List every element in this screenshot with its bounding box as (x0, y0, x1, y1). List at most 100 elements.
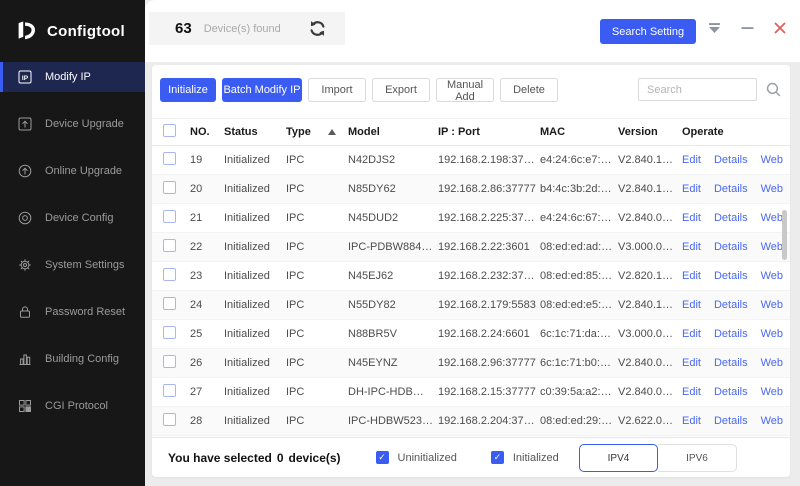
selected-prefix: You have selected (168, 451, 272, 465)
web-link[interactable]: Web (761, 328, 783, 340)
scrollbar-thumb[interactable] (782, 210, 787, 260)
row-checkbox[interactable] (163, 413, 176, 426)
sidebar-item-system-settings[interactable]: System Settings (0, 250, 145, 280)
details-link[interactable]: Details (714, 386, 748, 398)
sort-asc-icon[interactable] (328, 129, 336, 135)
collapse-icon[interactable] (708, 23, 721, 34)
details-link[interactable]: Details (714, 154, 748, 166)
cell-status: Initialized (224, 328, 286, 340)
details-link[interactable]: Details (714, 270, 748, 282)
close-icon[interactable] (774, 22, 786, 34)
cell-no: 22 (190, 241, 224, 253)
edit-link[interactable]: Edit (682, 154, 701, 166)
web-link[interactable]: Web (761, 357, 783, 369)
edit-link[interactable]: Edit (682, 270, 701, 282)
sidebar-item-password-reset[interactable]: Password Reset (0, 297, 145, 327)
uninitialized-checkbox[interactable]: ✓ (376, 451, 389, 464)
details-link[interactable]: Details (714, 212, 748, 224)
sidebar-item-building-config[interactable]: Building Config (0, 344, 145, 374)
details-link[interactable]: Details (714, 357, 748, 369)
sidebar-item-device-config[interactable]: Device Config (0, 203, 145, 233)
row-checkbox[interactable] (163, 326, 176, 339)
web-link[interactable]: Web (761, 154, 783, 166)
select-all-checkbox[interactable] (163, 124, 176, 137)
row-checkbox[interactable] (163, 384, 176, 397)
header-type[interactable]: Type (286, 126, 348, 138)
sidebar-item-modify-ip[interactable]: IP Modify IP (0, 62, 145, 92)
cell-ip-port: 192.168.2.96:37777 (438, 357, 540, 369)
sidebar-menu: IP Modify IP Device Upgrade Online Upgra… (0, 62, 145, 421)
initialized-checkbox[interactable]: ✓ (491, 451, 504, 464)
ip-version-toggle: IPV4IPV6 (579, 444, 737, 472)
cell-version: V2.840.0000... (618, 386, 682, 398)
edit-link[interactable]: Edit (682, 299, 701, 311)
details-link[interactable]: Details (714, 299, 748, 311)
cell-status: Initialized (224, 357, 286, 369)
sidebar-item-label: Modify IP (45, 71, 91, 83)
edit-link[interactable]: Edit (682, 328, 701, 340)
table-row: 21 Initialized IPC N45DUD2 192.168.2.225… (152, 204, 790, 233)
cell-type: IPC (286, 241, 348, 253)
search-input[interactable] (638, 78, 757, 101)
initialize-button[interactable]: Initialize (160, 78, 216, 102)
row-checkbox[interactable] (163, 210, 176, 223)
edit-link[interactable]: Edit (682, 415, 701, 427)
cell-operate: Edit Details Web (682, 299, 787, 311)
row-checkbox[interactable] (163, 152, 176, 165)
header-mac[interactable]: MAC (540, 126, 618, 138)
cell-mac: c0:39:5a:a2:9b:f2 (540, 386, 618, 398)
sidebar-item-online-upgrade[interactable]: Online Upgrade (0, 156, 145, 186)
web-link[interactable]: Web (761, 415, 783, 427)
table-row: 25 Initialized IPC N88BR5V 192.168.2.24:… (152, 320, 790, 349)
sidebar-item-label: Online Upgrade (45, 165, 122, 177)
web-link[interactable]: Web (761, 270, 783, 282)
cell-model: DH-IPC-HDBW584... (348, 386, 438, 398)
edit-link[interactable]: Edit (682, 241, 701, 253)
row-checkbox[interactable] (163, 239, 176, 252)
batch-modify-ip-button[interactable]: Batch Modify IP (222, 78, 302, 102)
delete-button[interactable]: Delete (500, 78, 558, 102)
sidebar-item-cgi-protocol[interactable]: CGI Protocol (0, 391, 145, 421)
web-link[interactable]: Web (761, 212, 783, 224)
export-button[interactable]: Export (372, 78, 430, 102)
sidebar-item-label: Device Upgrade (45, 118, 124, 130)
row-checkbox[interactable] (163, 181, 176, 194)
ipv6-button[interactable]: IPV6 (658, 444, 737, 472)
row-checkbox[interactable] (163, 268, 176, 281)
cell-status: Initialized (224, 415, 286, 427)
minimize-icon[interactable] (741, 22, 754, 34)
import-button[interactable]: Import (308, 78, 366, 102)
details-link[interactable]: Details (714, 415, 748, 427)
details-link[interactable]: Details (714, 328, 748, 340)
sidebar: Configtool IP Modify IP Device Upgrade O… (0, 0, 145, 486)
edit-link[interactable]: Edit (682, 212, 701, 224)
cell-type: IPC (286, 357, 348, 369)
web-link[interactable]: Web (761, 241, 783, 253)
details-link[interactable]: Details (714, 241, 748, 253)
device-count-chip: 63 Device(s) found (149, 12, 345, 45)
manual-add-button[interactable]: Manual Add (436, 78, 494, 102)
refresh-icon[interactable] (308, 19, 327, 38)
header-status[interactable]: Status (224, 126, 286, 138)
row-checkbox[interactable] (163, 297, 176, 310)
device-toolbar: InitializeBatch Modify IPImportExportMan… (152, 65, 790, 115)
header-ip-port[interactable]: IP : Port (438, 126, 540, 138)
web-link[interactable]: Web (761, 299, 783, 311)
details-link[interactable]: Details (714, 183, 748, 195)
web-link[interactable]: Web (761, 183, 783, 195)
edit-link[interactable]: Edit (682, 386, 701, 398)
header-version[interactable]: Version (618, 126, 682, 138)
cell-type: IPC (286, 328, 348, 340)
web-link[interactable]: Web (761, 386, 783, 398)
sidebar-item-device-upgrade[interactable]: Device Upgrade (0, 109, 145, 139)
edit-link[interactable]: Edit (682, 183, 701, 195)
edit-link[interactable]: Edit (682, 357, 701, 369)
ipv4-button[interactable]: IPV4 (579, 444, 658, 472)
row-checkbox[interactable] (163, 355, 176, 368)
header-no[interactable]: NO. (190, 126, 224, 138)
search-icon[interactable] (765, 81, 782, 98)
search-setting-button[interactable]: Search Setting (600, 19, 696, 44)
selected-suffix: device(s) (289, 451, 341, 465)
header-model[interactable]: Model (348, 126, 438, 138)
sidebar-item-label: CGI Protocol (45, 400, 108, 412)
